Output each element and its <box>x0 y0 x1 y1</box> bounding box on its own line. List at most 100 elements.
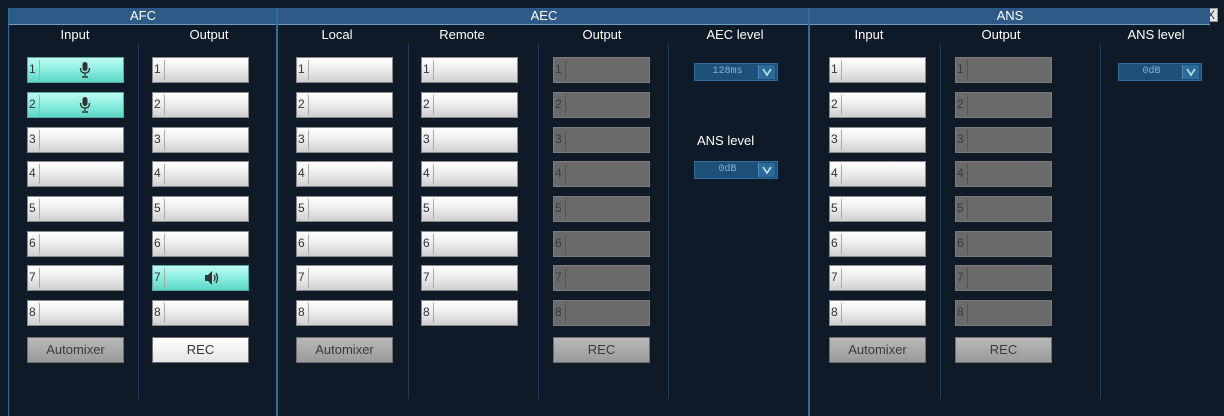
aec-ans-level-value: 0dB <box>718 164 737 175</box>
afc-output-7[interactable]: 7 <box>152 265 249 291</box>
ans-output-title: Output <box>981 27 1021 42</box>
aec-local-5[interactable]: 5 <box>296 196 393 222</box>
ans-input-4[interactable]: 4 <box>829 161 926 187</box>
afc-output-8[interactable]: 8 <box>152 300 249 326</box>
afc-input-3[interactable]: 3 <box>27 127 124 153</box>
afc-output-5[interactable]: 5 <box>152 196 249 222</box>
channel-number: 3 <box>423 132 430 146</box>
afc-output-1[interactable]: 1 <box>152 57 249 83</box>
divider <box>138 44 139 399</box>
aec-local-1[interactable]: 1 <box>296 57 393 83</box>
channel-number: 5 <box>29 201 36 215</box>
separator <box>433 303 434 323</box>
channel-number: 6 <box>29 236 36 250</box>
ans-automixer-button[interactable]: Automixer <box>829 337 926 363</box>
afc-output-3[interactable]: 3 <box>152 127 249 153</box>
channel-number: 2 <box>29 97 36 111</box>
afc-output-4[interactable]: 4 <box>152 161 249 187</box>
afc-automixer-button[interactable]: Automixer <box>27 337 124 363</box>
divider <box>408 44 409 399</box>
afc-rec-button[interactable]: REC <box>152 337 249 363</box>
afc-input-1[interactable]: 1 <box>27 57 124 83</box>
separator <box>308 164 309 184</box>
separator <box>841 303 842 323</box>
channel-number: 1 <box>555 62 562 76</box>
ans-output-3: 3 <box>955 127 1052 153</box>
afc-input-6[interactable]: 6 <box>27 231 124 257</box>
separator <box>433 268 434 288</box>
aec-local-8[interactable]: 8 <box>296 300 393 326</box>
separator <box>565 199 566 219</box>
aec-output-6: 6 <box>553 231 650 257</box>
aec-local-6[interactable]: 6 <box>296 231 393 257</box>
aec-automixer-button[interactable]: Automixer <box>296 337 393 363</box>
afc-output-6[interactable]: 6 <box>152 231 249 257</box>
aec-remote-7[interactable]: 7 <box>421 265 518 291</box>
ans-input-6[interactable]: 6 <box>829 231 926 257</box>
afc-output-2[interactable]: 2 <box>152 92 249 118</box>
separator <box>308 268 309 288</box>
separator <box>433 130 434 150</box>
channel-number: 6 <box>298 236 305 250</box>
afc-input-2[interactable]: 2 <box>27 92 124 118</box>
ans-input-7[interactable]: 7 <box>829 265 926 291</box>
ans-input-8[interactable]: 8 <box>829 300 926 326</box>
channel-number: 3 <box>555 132 562 146</box>
separator <box>433 164 434 184</box>
ans-level-select[interactable]: 0dB <box>1118 63 1202 81</box>
separator <box>841 95 842 115</box>
aec-remote-3[interactable]: 3 <box>421 127 518 153</box>
aec-local-4[interactable]: 4 <box>296 161 393 187</box>
channel-number: 4 <box>831 166 838 180</box>
afc-input-7[interactable]: 7 <box>27 265 124 291</box>
channel-number: 1 <box>957 62 964 76</box>
channel-number: 3 <box>298 132 305 146</box>
channel-number: 8 <box>29 305 36 319</box>
afc-input-5[interactable]: 5 <box>27 196 124 222</box>
ans-input-3[interactable]: 3 <box>829 127 926 153</box>
aec-remote-8[interactable]: 8 <box>421 300 518 326</box>
separator <box>565 303 566 323</box>
channel-number: 8 <box>298 305 305 319</box>
separator <box>967 199 968 219</box>
aec-remote-1[interactable]: 1 <box>421 57 518 83</box>
channel-number: 3 <box>831 132 838 146</box>
aec-level-select[interactable]: 128ms <box>694 63 778 81</box>
afc-input-4[interactable]: 4 <box>27 161 124 187</box>
channel-number: 5 <box>957 201 964 215</box>
divider <box>1100 44 1101 399</box>
channel-number: 5 <box>154 201 161 215</box>
ans-input-1[interactable]: 1 <box>829 57 926 83</box>
aec-ans-level-select[interactable]: 0dB <box>694 161 778 179</box>
channel-number: 5 <box>423 201 430 215</box>
separator <box>967 234 968 254</box>
ans-output-1: 1 <box>955 57 1052 83</box>
aec-local-2[interactable]: 2 <box>296 92 393 118</box>
aec-remote-4[interactable]: 4 <box>421 161 518 187</box>
separator <box>164 303 165 323</box>
ans-input-5[interactable]: 5 <box>829 196 926 222</box>
separator <box>565 130 566 150</box>
aec-remote-5[interactable]: 5 <box>421 196 518 222</box>
aec-local-7[interactable]: 7 <box>296 265 393 291</box>
channel-number: 7 <box>298 270 305 284</box>
separator <box>164 234 165 254</box>
aec-local-3[interactable]: 3 <box>296 127 393 153</box>
channel-number: 3 <box>957 132 964 146</box>
aec-output-4: 4 <box>553 161 650 187</box>
ans-level-title: ANS level <box>1127 27 1185 42</box>
aec-rec-button[interactable]: REC <box>553 337 650 363</box>
divider <box>538 44 539 399</box>
aec-output-2: 2 <box>553 92 650 118</box>
afc-input-8[interactable]: 8 <box>27 300 124 326</box>
aec-remote-2[interactable]: 2 <box>421 92 518 118</box>
separator <box>164 164 165 184</box>
ans-input-2[interactable]: 2 <box>829 92 926 118</box>
aec-remote-6[interactable]: 6 <box>421 231 518 257</box>
separator <box>841 268 842 288</box>
channel-number: 4 <box>423 166 430 180</box>
ans-rec-button[interactable]: REC <box>955 337 1052 363</box>
channel-number: 4 <box>154 166 161 180</box>
separator <box>39 60 40 80</box>
separator <box>967 60 968 80</box>
